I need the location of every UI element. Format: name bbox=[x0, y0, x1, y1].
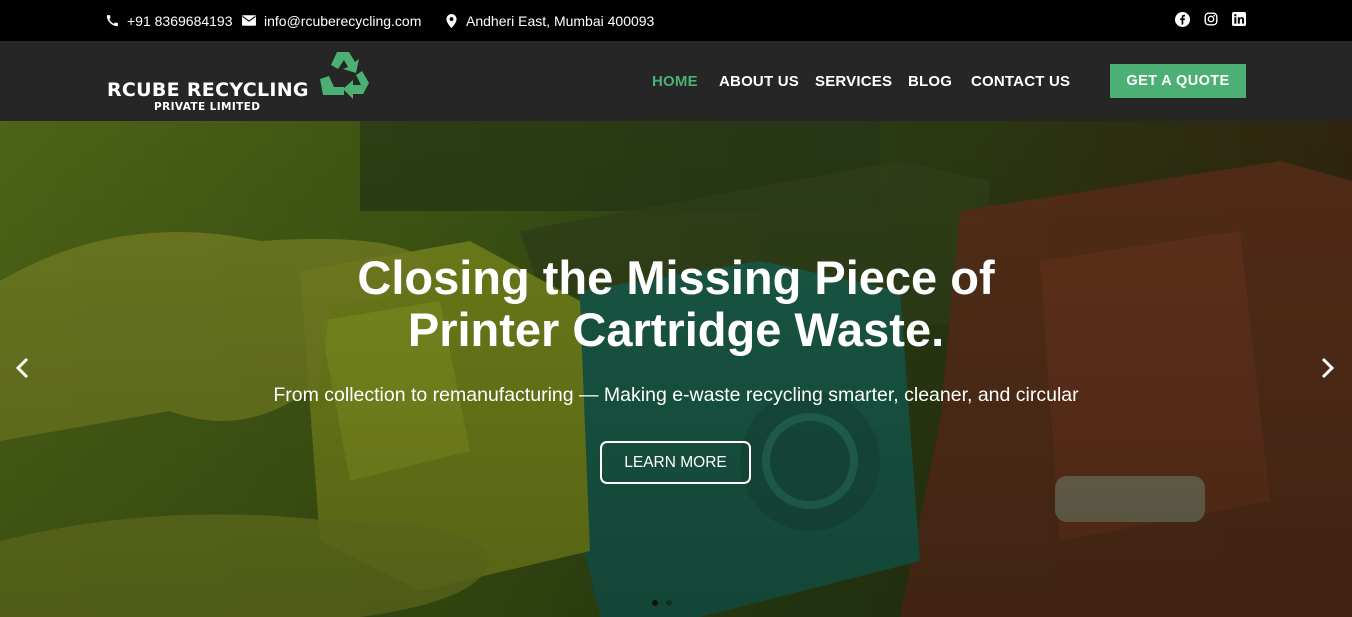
address-text: Andheri East, Mumbai 400093 bbox=[466, 12, 655, 29]
get-a-quote-button[interactable]: GET A QUOTE bbox=[1110, 64, 1246, 98]
main-header: RCUBE RECYCLING PRIVATE LIMITED HOME ABO… bbox=[0, 41, 1352, 121]
envelope-icon bbox=[242, 14, 256, 28]
slider-pagination bbox=[652, 600, 672, 606]
top-bar: +91 8369684193 info@rcuberecycling.com A… bbox=[0, 0, 1352, 41]
address-contact: Andheri East, Mumbai 400093 bbox=[444, 0, 654, 41]
phone-number: +91 8369684193 bbox=[127, 12, 233, 29]
nav-blog[interactable]: BLOG bbox=[908, 41, 952, 121]
facebook-icon[interactable] bbox=[1174, 11, 1190, 27]
hero-subtitle: From collection to remanufacturing — Mak… bbox=[273, 384, 1079, 406]
slider-dot-1[interactable] bbox=[652, 600, 658, 606]
hero-title-line-2: Printer Cartridge Waste. bbox=[407, 303, 945, 356]
phone-contact[interactable]: +91 8369684193 bbox=[105, 0, 233, 41]
slider-next-arrow[interactable] bbox=[1318, 355, 1338, 381]
site-logo[interactable]: RCUBE RECYCLING PRIVATE LIMITED bbox=[107, 49, 372, 115]
nav-about-us[interactable]: ABOUT US bbox=[719, 41, 799, 121]
email-contact[interactable]: info@rcuberecycling.com bbox=[242, 0, 421, 41]
nav-services[interactable]: SERVICES bbox=[815, 41, 892, 121]
hero-slider: Closing the Missing Piece of Printer Car… bbox=[0, 121, 1352, 617]
phone-icon bbox=[105, 14, 119, 28]
map-pin-icon bbox=[444, 13, 458, 28]
chevron-left-icon bbox=[15, 357, 29, 379]
linkedin-icon[interactable] bbox=[1231, 11, 1247, 27]
recycle-icon bbox=[320, 52, 369, 99]
hero-title-line-1: Closing the Missing Piece of bbox=[357, 251, 995, 304]
hero-title: Closing the Missing Piece of Printer Car… bbox=[0, 252, 1352, 356]
email-address: info@rcuberecycling.com bbox=[264, 12, 422, 29]
nav-home[interactable]: HOME bbox=[652, 41, 698, 121]
instagram-icon[interactable] bbox=[1203, 11, 1219, 27]
nav-contact-us[interactable]: CONTACT US bbox=[971, 41, 1070, 121]
slider-dot-2[interactable] bbox=[666, 600, 672, 606]
hero-background-image bbox=[0, 121, 1352, 617]
logo-tagline: PRIVATE LIMITED bbox=[154, 101, 261, 113]
chevron-right-icon bbox=[1321, 357, 1335, 379]
slider-prev-arrow[interactable] bbox=[12, 355, 32, 381]
learn-more-button[interactable]: LEARN MORE bbox=[600, 441, 751, 484]
logo-wordmark: RCUBE RECYCLING bbox=[107, 79, 309, 101]
